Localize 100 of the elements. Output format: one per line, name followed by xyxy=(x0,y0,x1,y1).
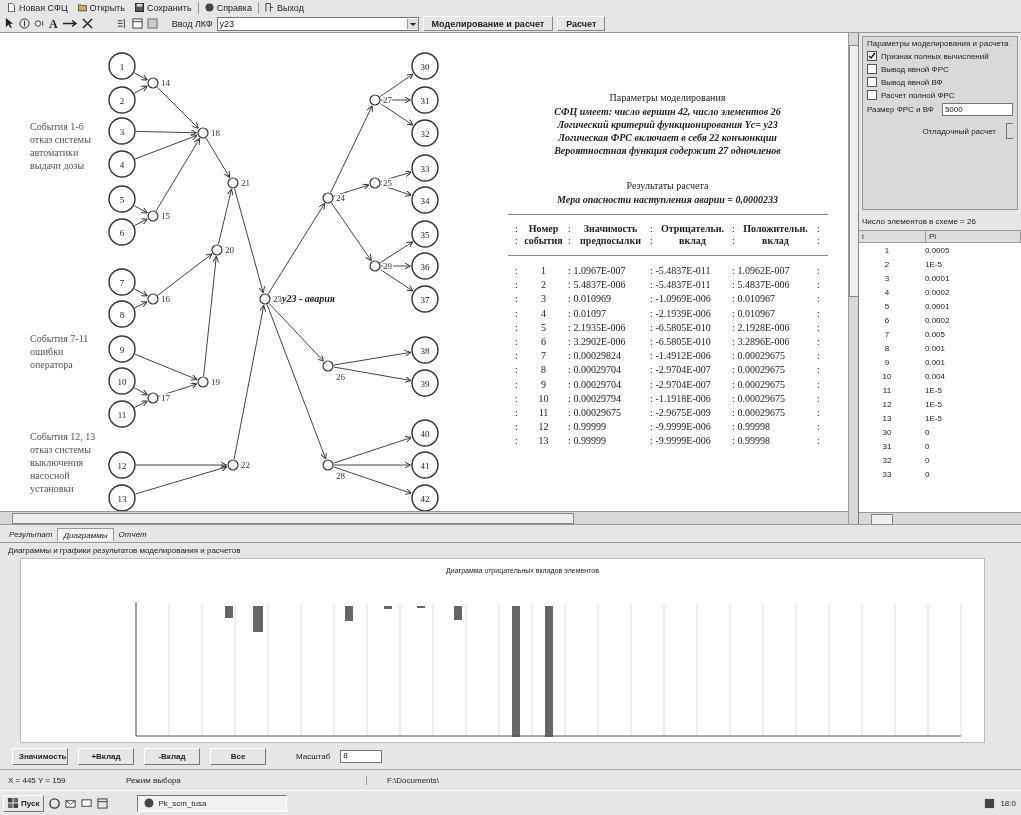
chart-button[interactable]: +Вклад xyxy=(78,748,134,765)
event-group-note: События 12, 13 отказ системы выключения насосной установки xyxy=(30,430,96,495)
separator: : xyxy=(514,406,519,421)
checkbox[interactable] xyxy=(867,51,877,61)
table-cell-text: 7 xyxy=(883,329,891,339)
table-cell-text: 0.00029675 xyxy=(573,406,622,421)
column-header: вклад xyxy=(761,235,790,247)
browser-icon[interactable] xyxy=(49,797,61,809)
checkbox[interactable] xyxy=(867,90,877,100)
chart-button[interactable]: -Вклад xyxy=(144,748,200,765)
table-cell-text: 0.00029675 xyxy=(737,391,786,406)
tray-icon[interactable] xyxy=(984,797,996,809)
scale-field[interactable]: 8 xyxy=(340,750,383,763)
checkbox-label: Вывод явной ВФ xyxy=(881,77,943,87)
window-icon[interactable] xyxy=(97,797,109,809)
align-icon[interactable] xyxy=(116,18,128,29)
junction-node xyxy=(322,459,334,471)
chart-button[interactable]: Все xyxy=(210,748,266,765)
menu-item[interactable]: Новая СФЦ xyxy=(3,1,72,14)
table-cell-text: 0.00029704 xyxy=(573,377,622,392)
pointer-tool-icon[interactable] xyxy=(4,18,15,29)
separator: : xyxy=(567,320,572,335)
menu-item[interactable]: Справка xyxy=(200,1,256,14)
desktop-icon[interactable] xyxy=(81,797,93,809)
menu-item[interactable]: Сохранить xyxy=(130,1,196,14)
checkbox[interactable] xyxy=(867,77,877,87)
arrow xyxy=(133,218,148,227)
toolbar-button[interactable]: Расчет xyxy=(557,16,606,31)
table-cell-text: 3.2896E-006 xyxy=(737,335,791,349)
outcome-node: 41 xyxy=(411,451,439,479)
table-cell-text: 30 xyxy=(881,427,893,437)
node-label: 25 xyxy=(383,178,392,188)
tab[interactable]: Диаграммы xyxy=(57,528,114,541)
event-node: 7 xyxy=(108,268,136,296)
separator: : xyxy=(816,363,821,378)
node-tool-icon[interactable] xyxy=(34,18,45,29)
lkf-combobox[interactable]: y23 xyxy=(216,16,419,31)
node-label: 17 xyxy=(161,393,170,403)
menu-item[interactable]: Открыть xyxy=(73,1,129,14)
table-cell-text: 0.0001 xyxy=(924,273,950,283)
arrow-tool-icon[interactable] xyxy=(61,18,78,29)
table-cell-text: 0.001 xyxy=(924,357,946,367)
horizontal-scrollbar[interactable] xyxy=(859,512,1021,524)
separator: : xyxy=(649,306,654,321)
table-cell-text: 0.99999 xyxy=(573,434,607,449)
column-header[interactable]: i xyxy=(859,231,926,242)
window-icon[interactable] xyxy=(131,18,143,29)
table-cell-text: 0.0002 xyxy=(924,287,950,297)
calculation-button[interactable]: Отладочный расчет xyxy=(916,123,1002,139)
table-cell-text: 2.1928E-006 xyxy=(737,320,791,335)
separator: : xyxy=(567,391,572,406)
separator: : xyxy=(649,235,654,247)
table-cell-text: 0.001 xyxy=(924,343,946,353)
junction-node xyxy=(197,376,209,388)
separator: : xyxy=(816,335,821,349)
start-button[interactable]: Пуск xyxy=(3,794,45,812)
table-cell-text: -1.4912E-006 xyxy=(655,349,712,364)
separator: : xyxy=(649,406,654,421)
junction-node xyxy=(211,244,223,256)
arrow xyxy=(133,387,148,396)
bar xyxy=(345,606,353,621)
text-tool[interactable]: A xyxy=(49,17,58,30)
horizontal-scrollbar[interactable] xyxy=(0,511,848,524)
table-cell-text: 3 xyxy=(883,273,891,283)
summary-title: Параметры моделирования xyxy=(609,91,726,105)
column-header: Номер xyxy=(527,223,560,235)
junction-node xyxy=(147,210,159,222)
table-cell-text: 2 xyxy=(883,259,891,269)
separator: : xyxy=(731,434,736,449)
junction-node xyxy=(227,459,239,471)
taskbar-button[interactable]: Pk_scm_tusa xyxy=(137,794,288,812)
table-cell-text: 0.00029794 xyxy=(573,391,622,406)
delete-icon[interactable] xyxy=(81,18,93,29)
node-label: 28 xyxy=(336,471,345,481)
separator: : xyxy=(816,320,821,335)
circle-tool-icon[interactable] xyxy=(19,18,30,29)
chart-button[interactable]: Значимость xyxy=(12,748,68,765)
checkbox[interactable] xyxy=(867,64,877,74)
outcome-node: 34 xyxy=(411,186,439,214)
vertical-scrollbar[interactable] xyxy=(848,33,858,524)
column-header[interactable]: Pi xyxy=(926,231,1021,242)
menu-item[interactable]: Выход xyxy=(261,1,308,14)
toolbar-button[interactable]: Моделирование и расчет xyxy=(422,16,554,31)
mail-icon[interactable] xyxy=(65,797,77,809)
separator: : xyxy=(514,320,519,335)
arrow xyxy=(133,288,148,297)
tab[interactable]: Отчет xyxy=(113,528,152,541)
table-cell-text: 4 xyxy=(883,287,891,297)
panel-title: Диаграммы и графики результатов моделирования и расчетов xyxy=(7,545,242,557)
table-cell-text: 0.010969 xyxy=(573,292,612,307)
tab[interactable]: Результат xyxy=(4,528,58,541)
checkbox-label: Расчет полной ФРС xyxy=(881,90,955,100)
table-cell-text: 1 xyxy=(883,245,891,255)
arrow xyxy=(133,205,148,214)
size-field[interactable]: 5000 xyxy=(941,103,1013,116)
side-button[interactable] xyxy=(1006,123,1013,139)
separator: : xyxy=(731,420,736,435)
separator: : xyxy=(731,264,736,278)
event-node: 1 xyxy=(108,52,136,80)
separator: : xyxy=(731,377,736,392)
